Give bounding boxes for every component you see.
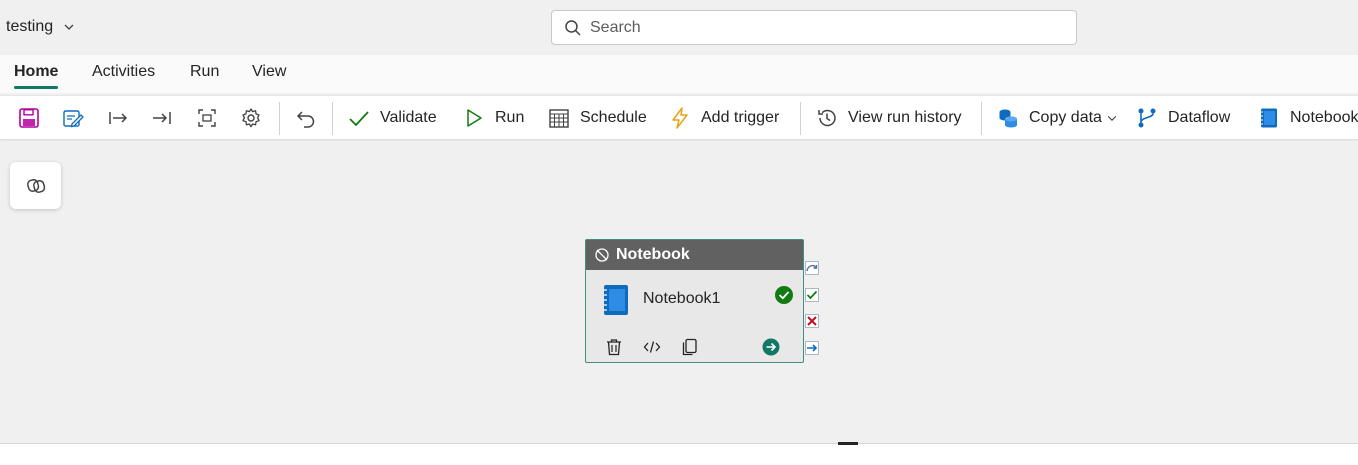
top-bar: testing: [0, 0, 1358, 55]
copilot-icon: [26, 178, 45, 193]
copy-data-label: Copy data: [1029, 109, 1102, 126]
settings-button[interactable]: [239, 106, 263, 130]
properties-panel: [0, 442, 1358, 465]
schedule-button[interactable]: Schedule: [548, 105, 647, 131]
toolbar-divider: [279, 102, 280, 135]
lightning-icon: [672, 107, 688, 129]
on-completion-connector[interactable]: [805, 341, 819, 355]
view-code-button[interactable]: [642, 337, 662, 357]
deactivated-icon: [595, 248, 609, 262]
fit-view-button[interactable]: [195, 106, 219, 130]
search-input[interactable]: [590, 18, 1050, 37]
activity-header: Notebook: [586, 240, 803, 270]
search-box[interactable]: [551, 10, 1077, 45]
dataflow-button[interactable]: Dataflow: [1136, 105, 1230, 131]
activity-type-label: Notebook: [616, 246, 690, 263]
completion-arrow-icon: [805, 341, 819, 355]
code-icon: [643, 341, 661, 353]
fit-view-icon: [198, 109, 216, 127]
pipeline-canvas[interactable]: Notebook Notebook1: [0, 141, 1358, 443]
workspace-name: testing: [6, 18, 54, 35]
toolbar-divider: [800, 102, 801, 135]
activity-name: Notebook1: [643, 290, 721, 307]
ribbon-tabs: Home Activities Run View: [0, 55, 1358, 93]
arrow-right-circle-icon[interactable]: [762, 338, 780, 356]
copy-data-button[interactable]: Copy data: [997, 105, 1118, 131]
calendar-icon: [549, 109, 569, 128]
failure-x-icon: [805, 314, 819, 328]
add-trigger-button[interactable]: Add trigger: [669, 105, 779, 131]
ribbon-toolbar: Validate Run Schedule Add trigger View r…: [0, 95, 1358, 140]
toolbar-divider: [332, 102, 333, 135]
move-right-button[interactable]: [106, 106, 130, 130]
on-skip-connector[interactable]: [805, 261, 819, 275]
on-success-connector[interactable]: [805, 288, 819, 302]
align-end-button[interactable]: [150, 106, 174, 130]
notebook-icon: [604, 285, 628, 315]
tab-activities[interactable]: Activities: [92, 63, 155, 81]
chevron-down-icon: [64, 24, 74, 30]
tab-run[interactable]: Run: [190, 63, 219, 81]
undo-button[interactable]: [294, 106, 318, 130]
copy-icon: [682, 338, 697, 356]
tab-view[interactable]: View: [252, 63, 286, 81]
dataflow-label: Dataflow: [1168, 109, 1231, 126]
workspace-selector[interactable]: testing: [6, 18, 75, 36]
history-icon: [818, 109, 836, 127]
align-end-icon: [153, 112, 171, 124]
delete-activity-button[interactable]: [604, 337, 624, 357]
toolbar-divider: [981, 102, 982, 135]
notebook-label: Notebook: [1290, 109, 1358, 126]
edit-button[interactable]: [61, 106, 85, 130]
tab-home[interactable]: Home: [14, 63, 58, 81]
add-trigger-label: Add trigger: [701, 109, 780, 126]
panel-resize-handle[interactable]: [838, 442, 858, 445]
chevron-down-icon: [1107, 115, 1117, 121]
dataflow-icon: [1138, 108, 1156, 128]
gear-icon: [242, 108, 260, 128]
on-failure-connector[interactable]: [805, 314, 819, 328]
notebook-icon: [1261, 108, 1277, 128]
view-run-history-button[interactable]: View run history: [816, 105, 962, 131]
run-button[interactable]: Run: [463, 105, 524, 131]
edit-icon: [63, 110, 84, 128]
active-tab-indicator: [14, 86, 58, 89]
play-icon: [467, 109, 482, 127]
success-check-icon: [775, 286, 793, 304]
trash-icon: [607, 339, 621, 356]
validate-button[interactable]: Validate: [348, 105, 437, 131]
save-button[interactable]: [17, 106, 41, 130]
copy-activity-button[interactable]: [680, 337, 700, 357]
run-label: Run: [495, 109, 525, 126]
success-check-icon: [805, 288, 819, 302]
notebook-activity[interactable]: Notebook Notebook1: [585, 239, 804, 363]
move-right-icon: [109, 112, 128, 124]
activity-body: Notebook1: [586, 270, 803, 362]
notebook-button[interactable]: Notebook: [1258, 105, 1358, 131]
undo-icon: [296, 111, 315, 128]
copy-data-icon: [999, 109, 1017, 128]
copilot-button[interactable]: [10, 162, 61, 209]
search-icon: [565, 19, 581, 36]
checkmark-icon: [349, 111, 369, 127]
schedule-label: Schedule: [580, 109, 647, 126]
validate-label: Validate: [380, 109, 437, 126]
save-icon: [19, 108, 39, 128]
view-run-history-label: View run history: [848, 109, 962, 126]
skip-arrow-icon: [805, 261, 819, 275]
